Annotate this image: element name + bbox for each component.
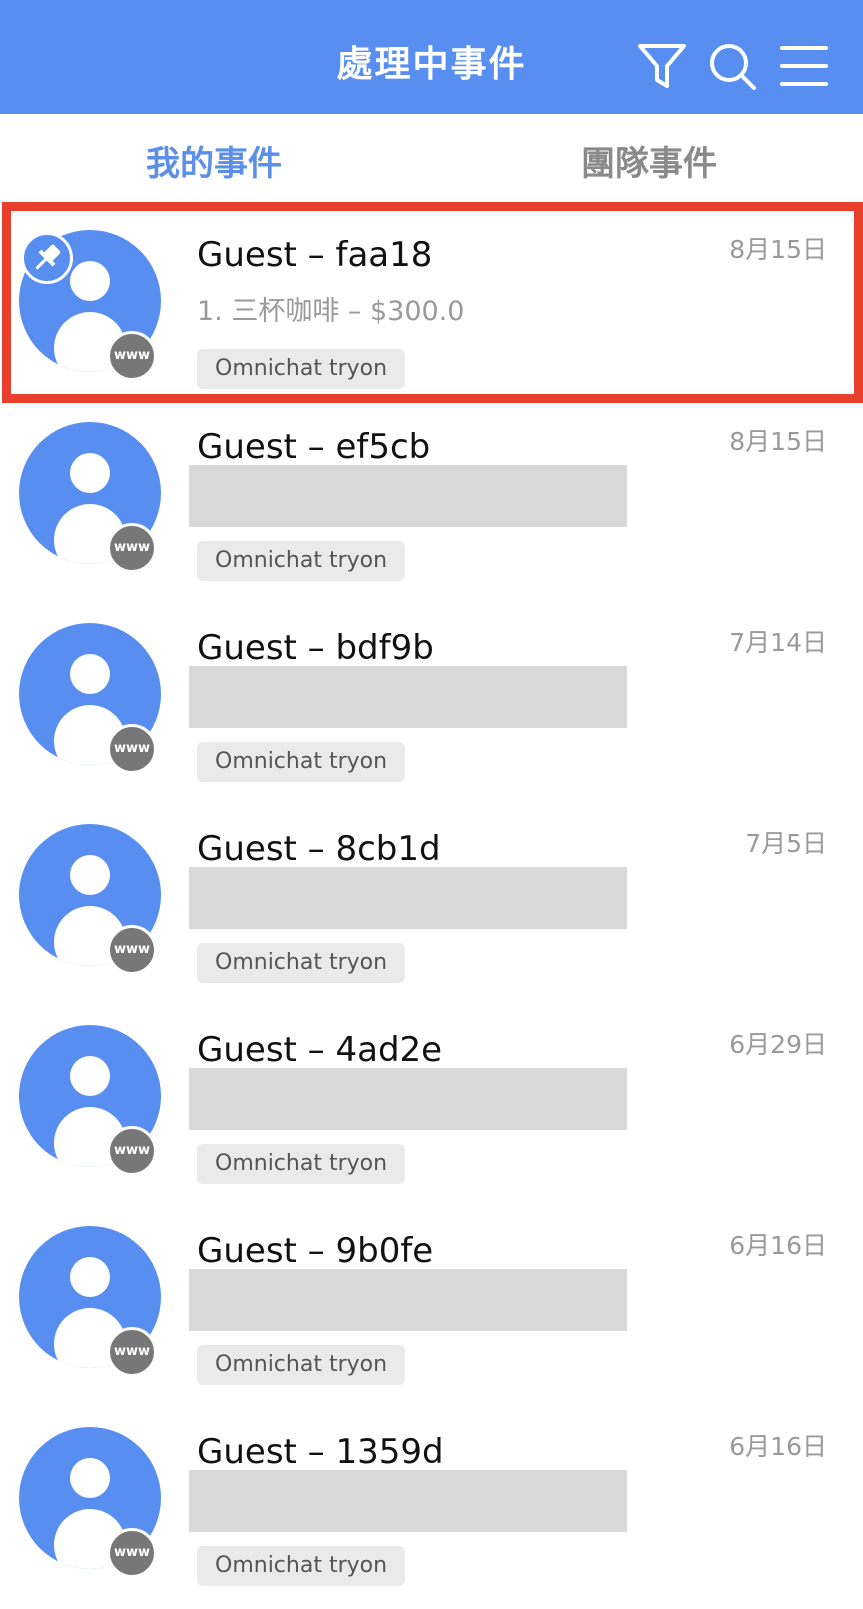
www-channel-badge: www [107,724,157,774]
list-item[interactable]: www Guest – 8cb1d 7月5日 Omnichat tryon [0,805,863,1006]
channel-tag: Omnichat tryon [197,742,406,782]
list-item[interactable]: www Guest – bdf9b 7月14日 Omnichat tryon [0,604,863,805]
list-item[interactable]: www Guest – 4ad2e 6月29日 Omnichat tryon [0,1006,863,1207]
www-channel-badge: www [107,331,157,381]
tab-bar: 我的事件 團隊事件 [0,114,863,202]
contact-name: Guest – bdf9b [197,628,434,668]
redacted-preview [189,1269,627,1331]
redacted-preview [189,1068,627,1130]
list-item[interactable]: www Guest – ef5cb 8月15日 Omnichat tryon [0,403,863,604]
list-item[interactable]: www Guest – 9b0fe 6月16日 Omnichat tryon [0,1207,863,1408]
channel-tag: Omnichat tryon [197,541,406,581]
tab-my-events[interactable]: 我的事件 [64,142,364,186]
list-item[interactable]: www Guest – 1359d 6月16日 Omnichat tryon [0,1408,863,1609]
menu-icon[interactable] [778,40,830,92]
www-channel-badge: www [107,1126,157,1176]
contact-name: Guest – 1359d [197,1432,444,1472]
contact-name: Guest – 8cb1d [197,829,441,869]
www-channel-badge: www [107,1327,157,1377]
filter-icon[interactable] [636,40,688,92]
search-icon[interactable] [706,40,758,92]
item-date: 8月15日 [729,427,827,456]
item-date: 7月14日 [729,628,827,657]
www-channel-badge: www [107,925,157,975]
item-date: 6月16日 [729,1432,827,1461]
channel-tag: Omnichat tryon [197,349,406,389]
channel-tag: Omnichat tryon [197,1345,406,1385]
list-item[interactable]: www Guest – faa18 8月15日 1. 三杯咖啡 – $300.0 Omn… [2,202,863,403]
item-date: 6月16日 [729,1231,827,1260]
item-date: 7月5日 [745,829,827,858]
redacted-preview [189,666,627,728]
contact-name: Guest – 9b0fe [197,1231,434,1271]
app-header: 處理中事件 [0,0,863,114]
contact-name: Guest – ef5cb [197,427,431,467]
tab-team-events[interactable]: 團隊事件 [499,142,799,186]
last-message-preview: 1. 三杯咖啡 – $300.0 [197,296,465,327]
item-date: 6月29日 [729,1030,827,1059]
channel-tag: Omnichat tryon [197,1546,406,1586]
channel-tag: Omnichat tryon [197,943,406,983]
contact-name: Guest – faa18 [197,235,433,275]
pin-icon [21,232,73,284]
item-date: 8月15日 [729,235,827,264]
www-channel-badge: www [107,1528,157,1578]
redacted-preview [189,1470,627,1532]
contact-name: Guest – 4ad2e [197,1030,443,1070]
channel-tag: Omnichat tryon [197,1144,406,1184]
redacted-preview [189,465,627,527]
www-channel-badge: www [107,523,157,573]
redacted-preview [189,867,627,929]
